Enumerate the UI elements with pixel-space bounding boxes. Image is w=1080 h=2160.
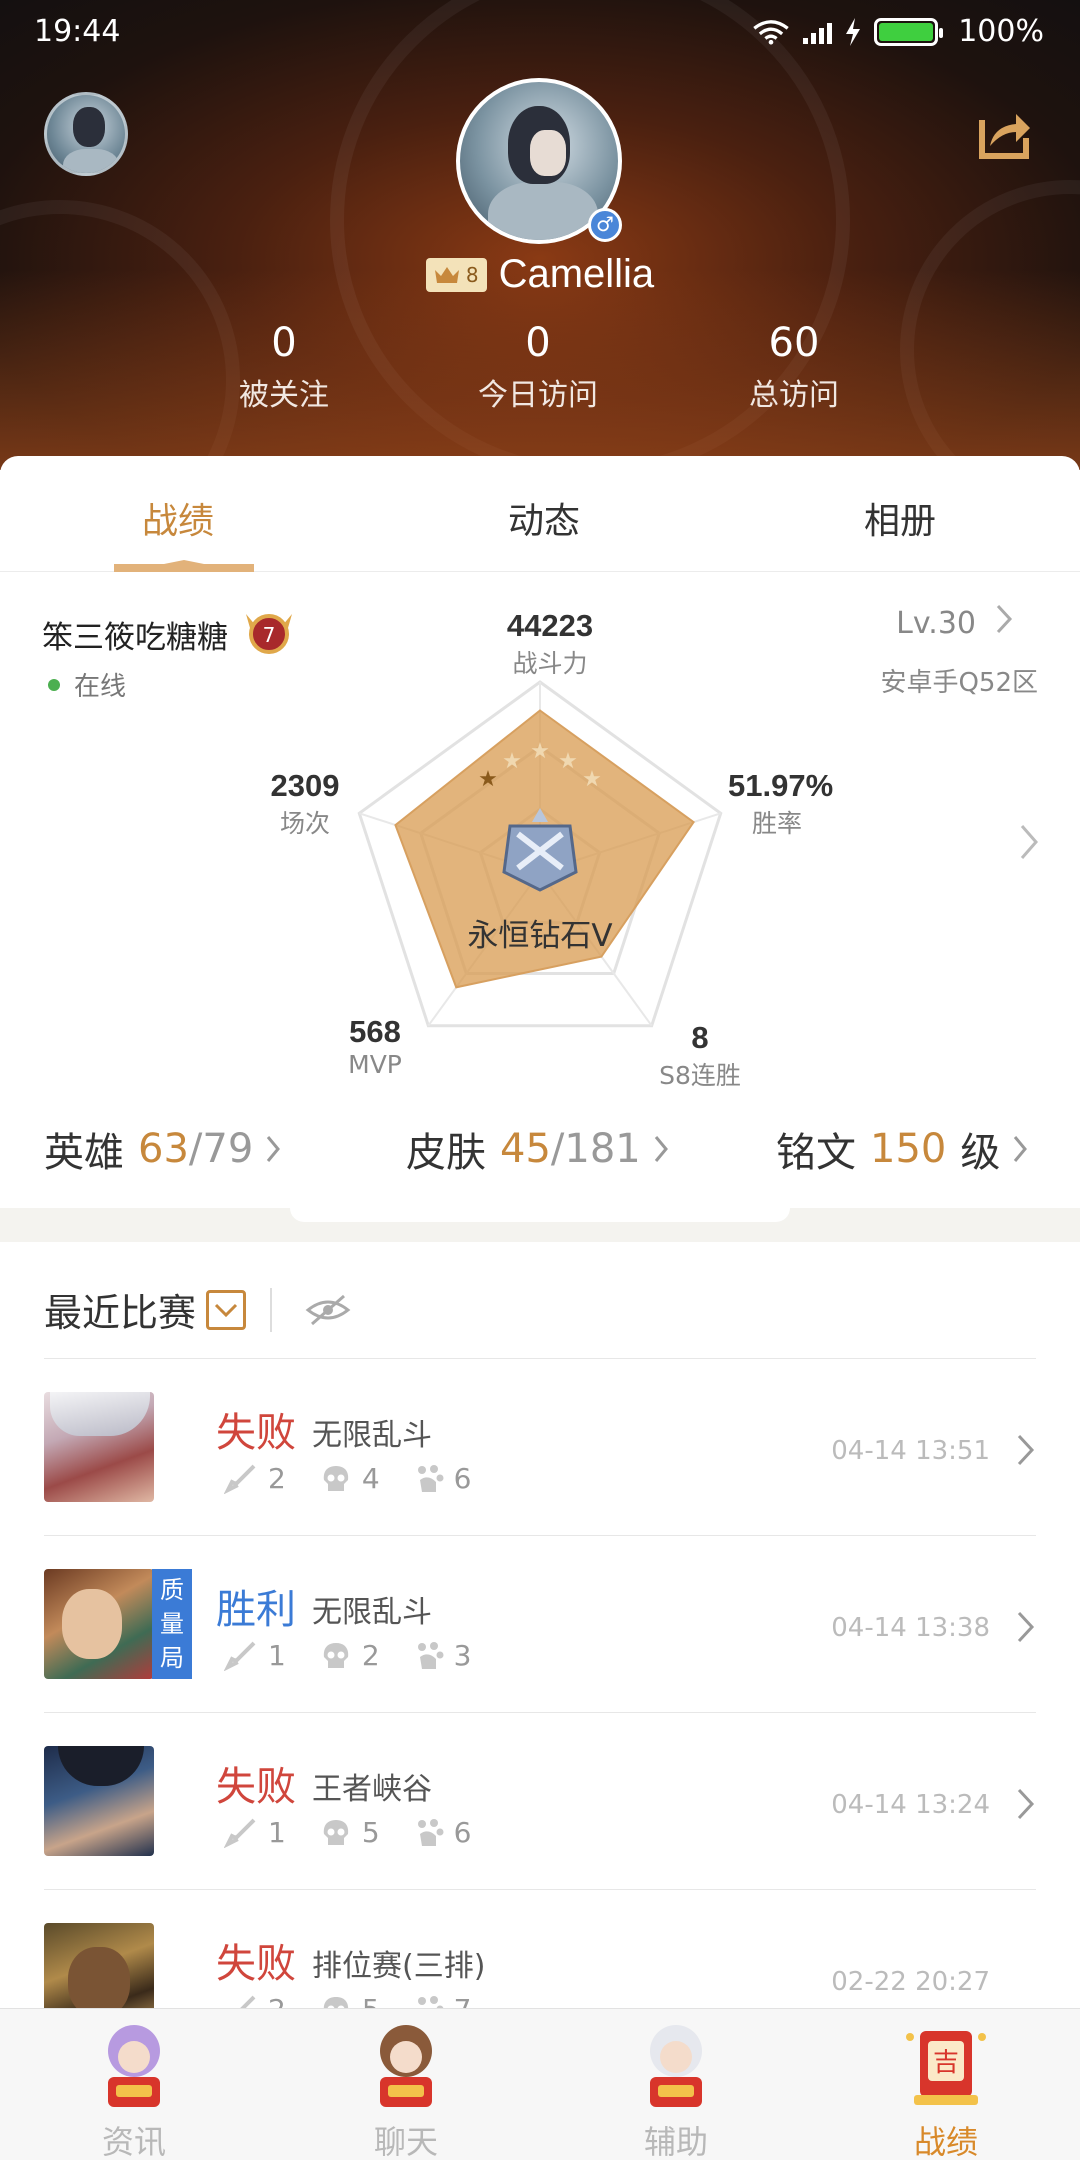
profile-header: 19:44 100% ♂ 8 Camellia 0 被关注 0 今日访问 60 … (0, 0, 1080, 470)
paw-icon (417, 1995, 444, 2008)
section-divider (0, 1208, 1080, 1242)
radar-win-rate: 51.97% 胜率 (728, 768, 834, 838)
tab-moments[interactable]: 动态 (508, 492, 580, 544)
radar-power: 44223 战斗力 (506, 608, 594, 678)
quality-match-badge: 质 量 局 (152, 1569, 192, 1679)
hero-portrait (44, 1746, 154, 1856)
sword-icon (224, 1464, 256, 1494)
nav-assist[interactable]: 辅助 (606, 2017, 746, 2160)
match-mode: 王者峡谷 (312, 1772, 432, 1807)
chevron-right-icon (1017, 1788, 1035, 1820)
nav-chat[interactable]: 聊天 (336, 2017, 476, 2160)
skull-icon (323, 1819, 349, 1845)
eye-hidden-icon[interactable] (304, 1292, 352, 1328)
status-bar: 19:44 100% (0, 0, 1080, 66)
record-lantern-icon: 吉 (906, 2031, 986, 2105)
match-mode: 无限乱斗 (312, 1418, 432, 1453)
match-kda: 1 2 3 (224, 1639, 505, 1672)
hero-portrait (44, 1569, 154, 1679)
battery-icon (874, 17, 944, 46)
profile-nickname: Camellia (498, 252, 655, 296)
recent-title: 最近比赛 (44, 1291, 197, 1335)
rank-name: 永恒钻石V (467, 918, 613, 954)
match-row[interactable]: 质 量 局 胜利 无限乱斗 1 2 3 04-14 13:38 (44, 1537, 1036, 1713)
vip-level: 8 (465, 262, 479, 287)
paw-icon (417, 1464, 444, 1492)
chat-mascot-icon (380, 2025, 432, 2107)
stats-panel: 笨三筱吃糖糖 7 在线 Lv.30 安卓手Q52区 ★ ★ ★ ★ ★ 44223 战斗… (0, 572, 1080, 1208)
match-time: 02-22 20:27 (831, 1967, 990, 1997)
radar-mvp: 568 MVP (348, 1014, 402, 1079)
skull-icon (323, 1996, 349, 2008)
hero-portrait (44, 1923, 154, 2008)
total-visits-stat[interactable]: 60 总访问 (674, 320, 914, 414)
match-kda: 2 5 7 (224, 1993, 505, 2008)
profile-tabs: 战绩 动态 相册 (0, 456, 1080, 572)
inscription-summary[interactable]: 铭文 150 级 (776, 1120, 1028, 1178)
match-row[interactable]: 失败 王者峡谷 1 5 6 04-14 13:24 (44, 1714, 1036, 1890)
match-result: 胜利 (216, 1587, 296, 1633)
tab-album[interactable]: 相册 (864, 492, 936, 544)
filter-dropdown-icon[interactable] (206, 1289, 247, 1330)
skull-icon (323, 1465, 349, 1491)
chevron-right-icon (1017, 1434, 1035, 1466)
status-time: 19:44 (34, 14, 121, 49)
tab-record[interactable]: 战绩 (142, 492, 214, 544)
vip-badge: 8 (425, 257, 487, 292)
sword-icon (239, 1995, 256, 2008)
match-kda: 2 4 6 (224, 1462, 505, 1495)
charging-icon (846, 17, 861, 46)
active-tab-indicator (114, 560, 254, 572)
rank-star-icon: ★ (558, 749, 578, 774)
chevron-right-icon (1014, 1136, 1028, 1162)
collection-summary: 英雄 63 /79 皮肤 45 /181 铭文 150 级 (0, 1120, 1080, 1180)
match-time: 04-14 13:38 (831, 1613, 990, 1643)
svg-text:吉: 吉 (933, 2048, 959, 2078)
match-result: 失败 (216, 1941, 296, 1987)
match-result: 失败 (216, 1764, 296, 1810)
assist-mascot-icon (650, 2025, 702, 2107)
heroes-summary[interactable]: 英雄 63 /79 (44, 1120, 281, 1178)
radar-matches: 2309 场次 (270, 768, 340, 838)
match-mode: 无限乱斗 (312, 1595, 432, 1630)
match-row[interactable]: 失败 排位赛(三排) 2 5 7 02-22 20:27 (44, 1891, 1036, 2008)
today-visits-stat[interactable]: 0 今日访问 (418, 320, 658, 414)
male-icon: ♂ (588, 208, 622, 242)
match-mode: 排位赛(三排) (312, 1949, 486, 1984)
sword-icon (224, 1818, 256, 1848)
chevron-right-icon[interactable] (1018, 822, 1040, 862)
match-result: 失败 (216, 1410, 296, 1456)
battery-level: 100% (958, 14, 1044, 49)
signal-icon (803, 20, 833, 44)
sword-icon (224, 1641, 256, 1671)
bottom-nav: 资讯 聊天 辅助 吉 战绩 (0, 2008, 1080, 2160)
match-time: 04-14 13:51 (831, 1436, 990, 1466)
news-mascot-icon (108, 2025, 160, 2107)
match-kda: 1 5 6 (224, 1816, 505, 1849)
rank-star-icon: ★ (478, 767, 498, 792)
rank-star-icon: ★ (530, 739, 550, 764)
radar-streak: 8 S8连胜 (659, 1020, 741, 1090)
followers-stat[interactable]: 0 被关注 (164, 320, 404, 414)
wifi-icon (753, 19, 789, 45)
chevron-right-icon (267, 1136, 281, 1162)
rank-star-icon: ★ (582, 767, 602, 792)
share-icon[interactable] (976, 106, 1032, 162)
skins-summary[interactable]: 皮肤 45 /181 (406, 1120, 669, 1178)
chevron-right-icon (654, 1136, 668, 1162)
skull-icon (323, 1642, 349, 1668)
nav-news[interactable]: 资讯 (64, 2017, 204, 2160)
paw-icon (417, 1641, 444, 1669)
rank-star-icon: ★ (502, 749, 522, 774)
nav-record[interactable]: 吉 战绩 (876, 2017, 1016, 2160)
match-time: 04-14 13:24 (831, 1790, 990, 1820)
my-avatar[interactable] (44, 92, 128, 176)
recent-matches: 最近比赛 失败 无限乱斗 2 4 6 04-14 13:51 质 量 局 胜利 … (0, 1242, 1080, 2008)
paw-icon (417, 1818, 444, 1846)
crown-icon (434, 266, 459, 283)
match-row[interactable]: 失败 无限乱斗 2 4 6 04-14 13:51 (44, 1360, 1036, 1536)
hero-portrait (44, 1392, 154, 1502)
chevron-right-icon (1017, 1611, 1035, 1643)
